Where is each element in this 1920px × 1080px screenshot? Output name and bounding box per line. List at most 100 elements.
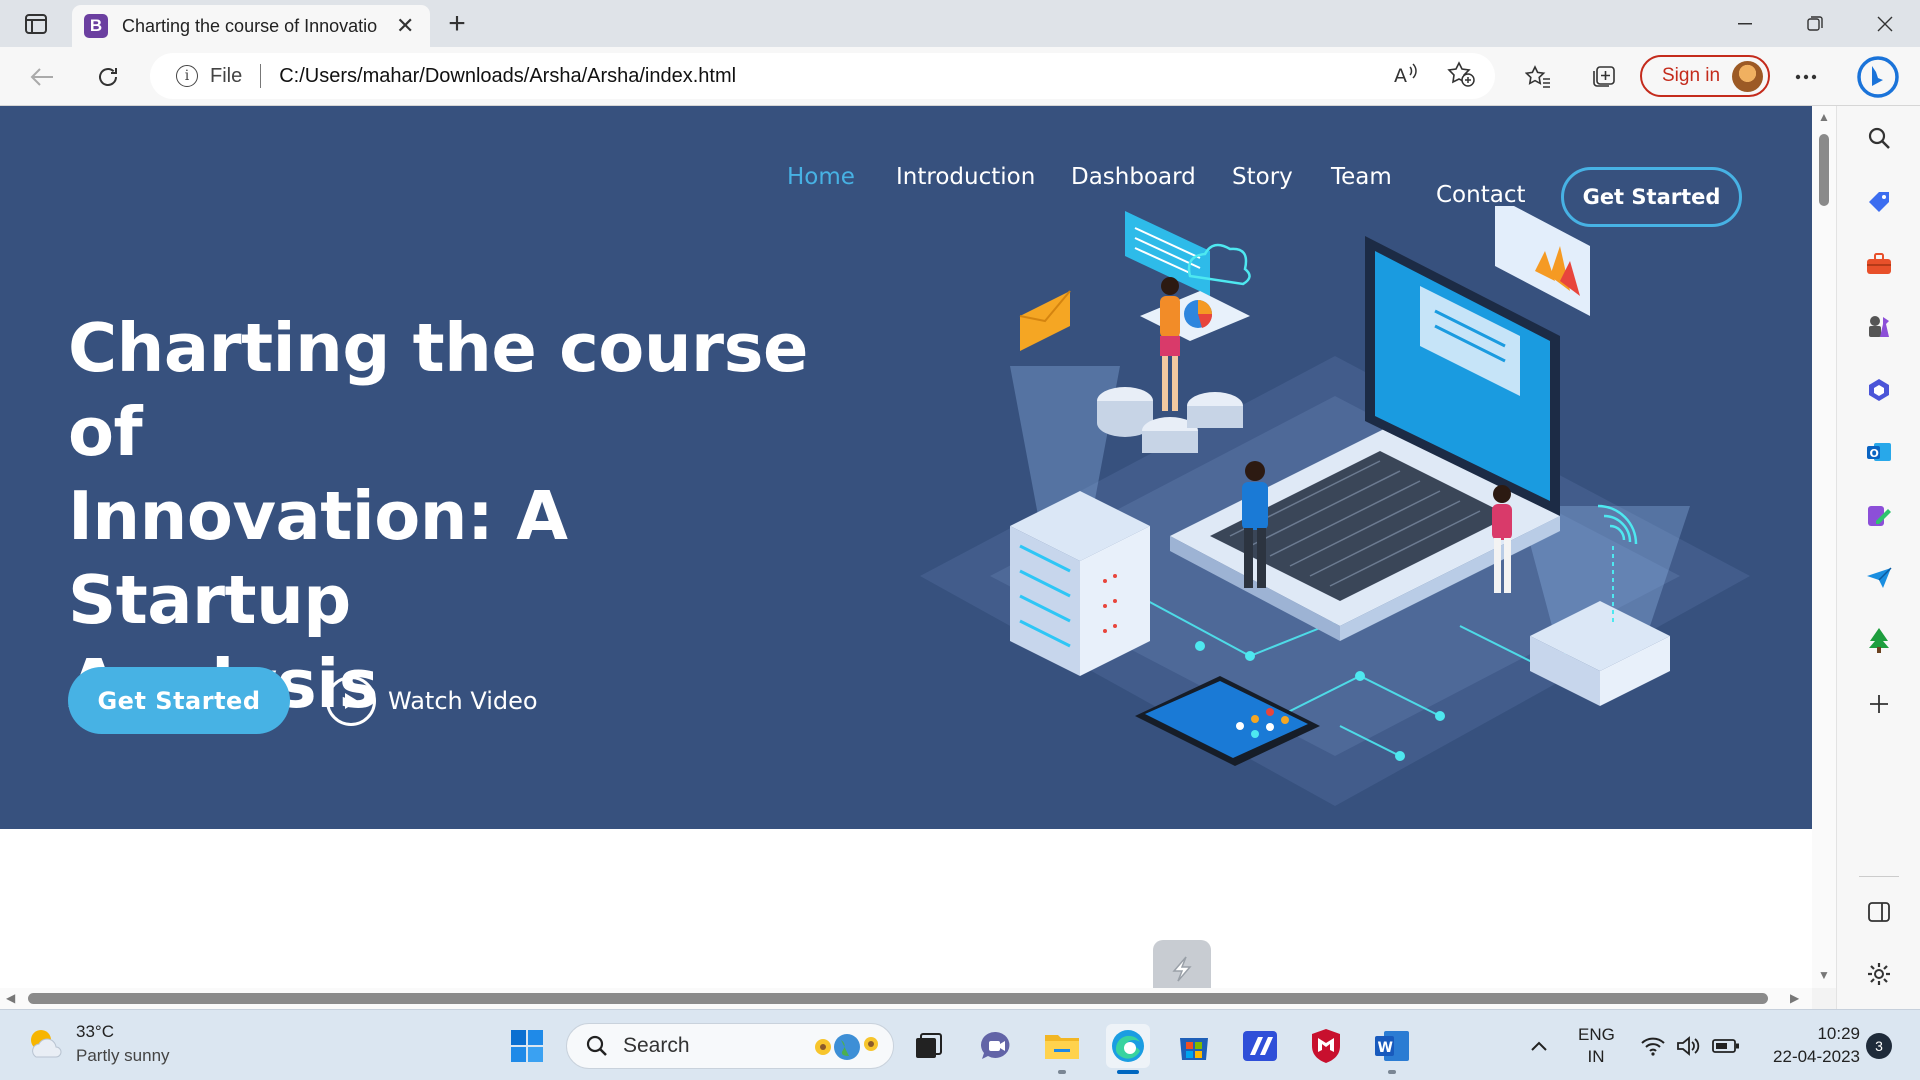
tab-actions-icon[interactable] [18, 9, 54, 39]
windows-start-icon[interactable] [505, 1024, 549, 1068]
floating-app-icon[interactable] [1153, 940, 1211, 988]
vertical-scrollbar[interactable]: ▲ ▼ [1812, 106, 1836, 988]
address-bar[interactable]: i File C:/Users/mahar/Downloads/Arsha/Ar… [150, 53, 1495, 99]
nav-link-story[interactable]: Story [1232, 164, 1293, 190]
send-plane-icon[interactable] [1863, 562, 1895, 594]
back-icon[interactable] [22, 57, 62, 97]
url-text[interactable]: C:/Users/mahar/Downloads/Arsha/Arsha/ind… [279, 65, 736, 88]
notification-badge[interactable]: 3 [1866, 1033, 1892, 1059]
hide-sidebar-icon[interactable] [1863, 896, 1895, 928]
task-view-icon[interactable] [906, 1024, 950, 1068]
running-indicator [1058, 1070, 1066, 1074]
search-icon[interactable] [1863, 122, 1895, 154]
scroll-down-icon[interactable]: ▼ [1818, 968, 1830, 982]
nav-link-introduction[interactable]: Introduction [896, 164, 1035, 190]
refresh-icon[interactable] [88, 57, 128, 97]
weather-temperature: 33°C [76, 1022, 114, 1041]
weather-widget[interactable]: 33°C Partly sunny [26, 1022, 170, 1066]
active-indicator [1117, 1070, 1139, 1074]
volume-icon [1677, 1036, 1700, 1056]
watch-video-link[interactable]: Watch Video [326, 675, 538, 727]
tab-title: Charting the course of Innovatio [122, 15, 378, 36]
favorites-icon[interactable] [1518, 57, 1558, 97]
hero-section: Home Introduction Dashboard Story Team C… [0, 106, 1812, 829]
hero-get-started-button[interactable]: Get Started [68, 667, 290, 734]
more-options-icon[interactable] [1786, 57, 1826, 97]
nav-link-contact[interactable]: Contact [1436, 182, 1525, 208]
hero-title-line: Innovation: A Startup [68, 477, 568, 639]
wifi-icon [1641, 1037, 1665, 1056]
nav-link-team[interactable]: Team [1331, 164, 1392, 190]
sign-in-button[interactable]: Sign in [1640, 55, 1770, 97]
outlook-icon[interactable]: O [1863, 436, 1895, 468]
show-hidden-icons-chevron-icon[interactable] [1517, 1024, 1561, 1068]
address-scheme-label: File [210, 64, 243, 87]
close-tab-icon[interactable]: ✕ [396, 15, 414, 37]
bootstrap-favicon-icon: B [84, 14, 108, 38]
shopping-tag-icon[interactable] [1863, 186, 1895, 218]
word-icon[interactable]: W [1370, 1024, 1414, 1074]
scroll-left-icon[interactable]: ◀ [6, 991, 15, 1005]
hero-title: Charting the course of Innovation: A Sta… [68, 306, 848, 726]
horizontal-scrollbar[interactable]: ◀ ▶ [0, 988, 1812, 1009]
mcafee-shield-icon[interactable] [1304, 1024, 1348, 1068]
search-icon [586, 1035, 607, 1056]
hero-title-line: Charting the course of [68, 309, 808, 471]
nav-link-home[interactable]: Home [787, 164, 855, 190]
bing-chat-icon[interactable] [1856, 55, 1900, 99]
browser-title-bar: B Charting the course of Innovatio ✕ + [0, 0, 1920, 47]
profile-avatar [1732, 61, 1763, 92]
horizontal-scroll-thumb[interactable] [28, 993, 1768, 1004]
svg-text:W: W [1378, 1040, 1393, 1056]
edge-sidebar: O [1836, 106, 1920, 1009]
browser-tab[interactable]: B Charting the course of Innovatio ✕ [72, 5, 430, 47]
play-icon [326, 676, 376, 726]
tree-icon[interactable] [1863, 624, 1895, 656]
region-code: IN [1587, 1047, 1605, 1066]
collections-icon[interactable] [1584, 57, 1624, 97]
dev-app-icon[interactable] [1238, 1024, 1282, 1068]
site-info-icon[interactable]: i [176, 65, 198, 87]
input-language-indicator[interactable]: ENG IN [1578, 1024, 1615, 1068]
vertical-scroll-thumb[interactable] [1819, 134, 1829, 206]
scroll-up-icon[interactable]: ▲ [1818, 110, 1830, 124]
tech-illustration [920, 206, 1750, 806]
add-icon[interactable] [1863, 688, 1895, 720]
running-indicator [1388, 1070, 1396, 1074]
microsoft-store-icon[interactable] [1172, 1024, 1216, 1068]
new-tab-button[interactable]: + [440, 7, 474, 40]
tools-briefcase-icon[interactable] [1863, 248, 1895, 280]
games-chess-icon[interactable] [1863, 310, 1895, 342]
browser-toolbar: i File C:/Users/mahar/Downloads/Arsha/Ar… [0, 47, 1920, 106]
read-aloud-icon[interactable]: A [1393, 61, 1419, 92]
nav-get-started-button[interactable]: Get Started [1561, 167, 1742, 227]
clock-date: 22-04-2023 [1773, 1047, 1860, 1066]
file-explorer-icon[interactable] [1040, 1024, 1084, 1074]
address-separator [260, 64, 262, 88]
scroll-right-icon[interactable]: ▶ [1790, 991, 1799, 1005]
site-navbar: Home Introduction Dashboard Story Team C… [0, 106, 1812, 227]
earth-day-flower-icon [815, 1034, 878, 1060]
nav-link-dashboard[interactable]: Dashboard [1071, 164, 1196, 190]
restore-button[interactable] [1780, 0, 1850, 47]
close-window-button[interactable] [1850, 0, 1920, 47]
taskbar-search-label: Search [623, 1034, 690, 1057]
taskbar-clock[interactable]: 10:29 22-04-2023 [1750, 1022, 1860, 1068]
language-code: ENG [1578, 1025, 1615, 1044]
edge-browser-icon[interactable] [1106, 1024, 1150, 1074]
sign-in-label: Sign in [1662, 65, 1721, 86]
add-favorite-icon[interactable] [1447, 61, 1475, 92]
system-tray-quick-settings[interactable] [1630, 1024, 1750, 1068]
taskbar-search[interactable]: Search [566, 1023, 894, 1069]
minimize-button[interactable] [1710, 0, 1780, 47]
sidebar-divider [1859, 876, 1899, 877]
microsoft-365-icon[interactable] [1863, 374, 1895, 406]
windows-taskbar: 33°C Partly sunny Search W ENG IN 10:29 … [0, 1009, 1920, 1080]
settings-gear-icon[interactable] [1863, 958, 1895, 990]
watch-video-label: Watch Video [388, 687, 538, 715]
drop-icon[interactable] [1863, 500, 1895, 532]
partly-sunny-icon [31, 1030, 62, 1058]
teams-chat-icon[interactable] [974, 1024, 1018, 1068]
weather-condition: Partly sunny [76, 1046, 170, 1065]
svg-text:A: A [1394, 65, 1407, 87]
